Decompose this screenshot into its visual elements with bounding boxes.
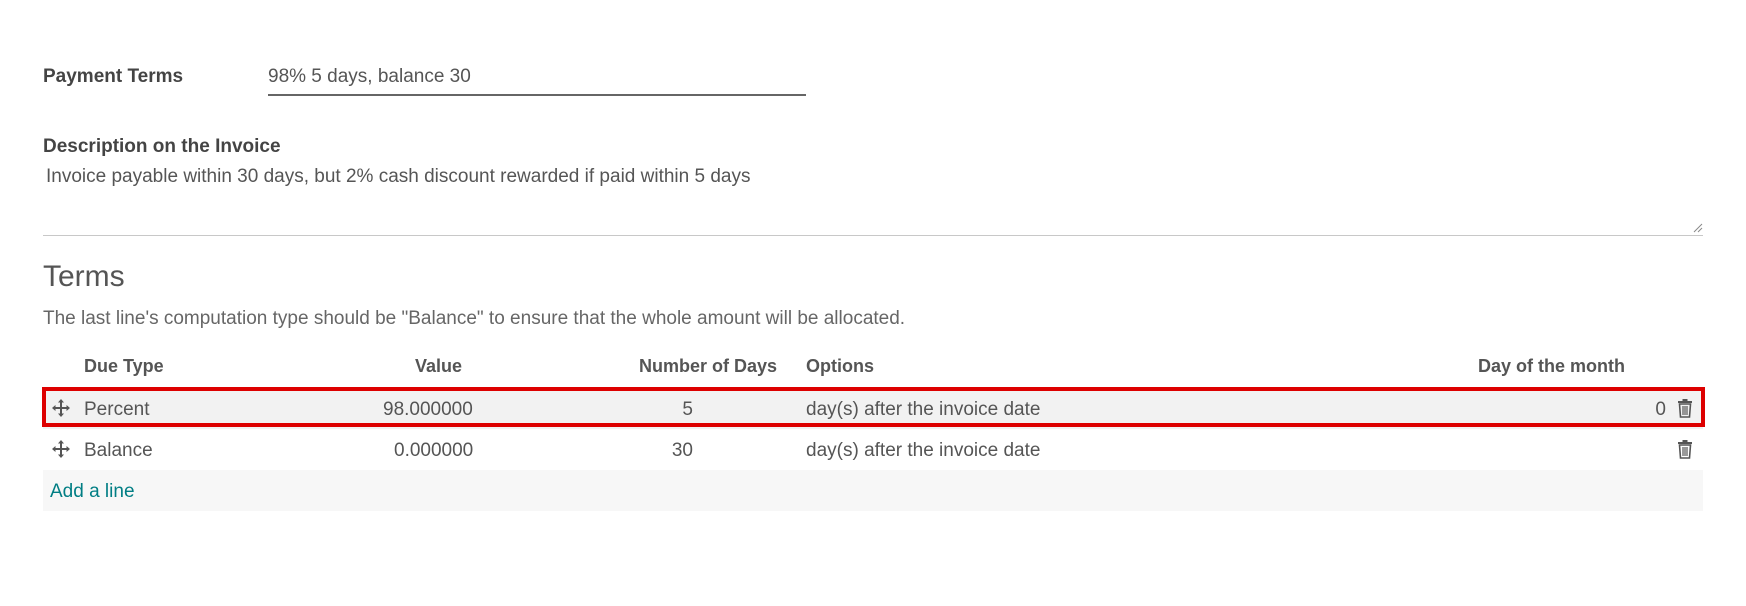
add-line-row: Add a line [43,470,1703,511]
payment-terms-input[interactable] [268,64,806,96]
column-options[interactable]: Options [806,356,874,377]
payment-terms-label: Payment Terms [43,66,184,87]
due-type-cell[interactable]: Balance [84,440,153,462]
options-cell[interactable]: day(s) after the invoice date [806,399,1040,421]
trash-icon[interactable] [1677,398,1693,418]
value-cell[interactable]: 0.000000 [394,440,473,462]
add-line-link[interactable]: Add a line [50,481,135,503]
payment-terms-form: Payment Terms Description on the Invoice… [0,0,1746,606]
column-value[interactable]: Value [415,356,462,377]
column-number-of-days[interactable]: Number of Days [639,356,777,377]
days-cell[interactable]: 30 [672,440,693,462]
column-due-type[interactable]: Due Type [84,356,164,377]
days-cell[interactable]: 5 [682,399,693,421]
trash-icon[interactable] [1677,439,1693,459]
move-arrows-icon[interactable] [51,439,71,459]
value-cell[interactable]: 98.000000 [383,399,473,421]
move-arrows-icon[interactable] [51,398,71,418]
table-row[interactable]: Percent 98.000000 5 day(s) after the inv… [43,388,1703,429]
terms-note: The last line's computation type should … [43,308,906,329]
resize-grip-icon[interactable] [1693,223,1703,233]
terms-title: Terms [43,260,125,293]
table-row[interactable]: Balance 0.000000 30 day(s) after the inv… [43,429,1703,470]
options-cell[interactable]: day(s) after the invoice date [806,440,1040,462]
description-textarea[interactable]: Invoice payable within 30 days, but 2% c… [43,164,1703,236]
description-label: Description on the Invoice [43,136,281,157]
due-type-cell[interactable]: Percent [84,399,149,421]
day-of-month-cell[interactable]: 0 [1655,399,1666,421]
column-day-of-month[interactable]: Day of the month [1478,356,1625,377]
